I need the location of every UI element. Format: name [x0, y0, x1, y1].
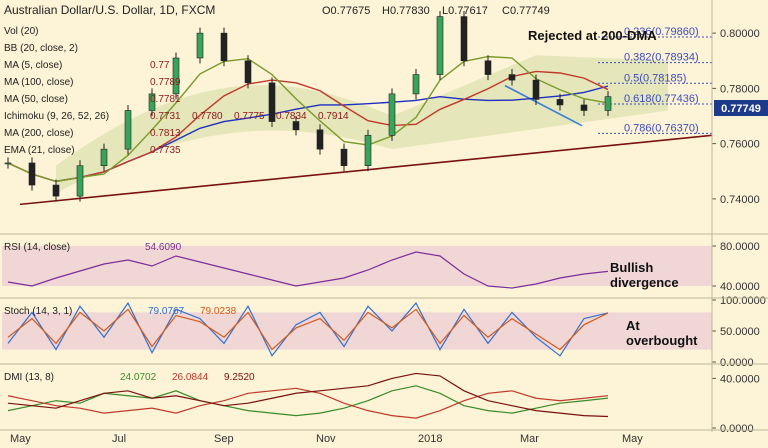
indicator-value: 0.7775	[234, 111, 265, 122]
candle-body	[76, 165, 84, 197]
fib-label: 0.618(0.77436)	[624, 93, 699, 105]
dmi-value: 9.2520	[224, 372, 255, 383]
stoch-annotation-line1: At	[626, 318, 640, 333]
rsi-annotation-line1: Bullish	[610, 260, 653, 275]
dmi-tick-label: 0.0000	[720, 423, 754, 435]
last-price-label: 0.77749	[721, 103, 761, 115]
candle-body	[220, 32, 228, 62]
stoch-tick-label: 50.0000	[720, 326, 760, 338]
time-axis-label: 2018	[418, 433, 442, 445]
indicator-value: 0.77	[150, 60, 170, 71]
rsi-band	[2, 246, 712, 286]
stoch-tick-label: 0.0000	[720, 357, 754, 369]
chart-title: Australian Dollar/U.S. Dollar, 1D, FXCM	[4, 3, 215, 17]
indicator-value: 0.7735	[150, 145, 181, 156]
stoch-tick-label: 100.0000	[720, 295, 766, 307]
rsi-value: 54.6090	[145, 242, 182, 253]
indicator-label: MA (200, close)	[4, 128, 73, 139]
price-tick-label: 0.76000	[720, 139, 760, 151]
chart-root: 0.236(0.79860) 0.382(0.78934) 0.5(0.78185)…	[0, 0, 768, 448]
price-tick-label: 0.80000	[720, 28, 760, 40]
candle-body	[436, 16, 444, 75]
candle-body	[124, 110, 132, 150]
candle-body	[28, 162, 36, 186]
indicator-label: Vol (20)	[4, 26, 38, 37]
indicator-label: EMA (21, close)	[4, 145, 75, 156]
ohlc-low: L0.77617	[442, 5, 488, 17]
indicator-label: Ichimoku (9, 26, 52, 26)	[4, 111, 109, 122]
rsi-title: RSI (14, close)	[4, 242, 70, 253]
candle-body	[412, 74, 420, 95]
indicator-label: MA (100, close)	[4, 77, 73, 88]
dmi-value: 24.0702	[120, 372, 157, 383]
candle-body	[484, 60, 492, 75]
stoch-value: 79.0238	[200, 306, 237, 317]
time-axis-label: Jul	[112, 433, 126, 445]
candle-body	[532, 79, 540, 100]
candle-body	[460, 16, 468, 62]
time-axis-label: Nov	[316, 433, 336, 445]
ohlc-open: O0.77675	[322, 5, 370, 17]
rejected-annotation: Rejected at 200-DMA	[528, 28, 657, 43]
indicator-label: MA (50, close)	[4, 94, 68, 105]
indicator-value: 0.7781	[150, 94, 181, 105]
stoch-annotation-line2: overbought	[626, 333, 698, 348]
candle-body	[604, 96, 612, 111]
fib-label: 0.786(0.76370)	[624, 122, 699, 134]
ohlc-high: H0.77830	[382, 5, 430, 17]
indicator-value: 0.7731	[150, 111, 181, 122]
indicator-value: 0.7780	[192, 111, 223, 122]
candle-body	[172, 57, 180, 95]
candle-body	[52, 184, 60, 197]
dmi-tick-label: 40.0000	[720, 373, 760, 385]
chart-svg: 0.236(0.79860)0.382(0.78934)0.5(0.78185)…	[0, 0, 768, 448]
price-tick-label: 0.78000	[720, 83, 760, 95]
candle-body	[196, 32, 204, 59]
time-axis-label: May	[10, 433, 31, 445]
indicator-value: 0.7813	[150, 128, 181, 139]
rsi-tick-label: 80.0000	[720, 241, 760, 253]
dmi-value: 26.0844	[172, 372, 209, 383]
ohlc-close: C0.77749	[502, 5, 550, 17]
stoch-title: Stoch (14, 3, 1)	[4, 306, 72, 317]
candle-body	[100, 148, 108, 167]
dmi-title: DMI (13, 8)	[4, 372, 54, 383]
fib-label: 0.5(0.78185)	[624, 72, 686, 84]
indicator-value: 0.7834	[276, 111, 307, 122]
candle-body	[244, 60, 252, 84]
time-axis-label: May	[622, 433, 643, 445]
candle-body	[580, 104, 588, 111]
indicator-label: BB (20, close, 2)	[4, 43, 78, 54]
candle-body	[4, 162, 12, 165]
indicator-value: 0.7914	[318, 111, 349, 122]
rsi-annotation-line2: divergence	[610, 275, 679, 290]
indicator-label: MA (5, close)	[4, 60, 62, 71]
price-tick-label: 0.74000	[720, 194, 760, 206]
time-axis-label: Sep	[214, 433, 234, 445]
candle-body	[268, 82, 276, 122]
candle-body	[556, 99, 564, 106]
time-axis-label: Mar	[520, 433, 539, 445]
candle-body	[508, 74, 516, 81]
fib-label: 0.382(0.78934)	[624, 52, 699, 64]
stoch-value: 79.0767	[148, 306, 185, 317]
candle-body	[364, 135, 372, 167]
rsi-tick-label: 40.0000	[720, 281, 760, 293]
candle-body	[316, 129, 324, 150]
candle-body	[292, 121, 300, 131]
indicator-value: 0.7789	[150, 77, 181, 88]
candle-body	[388, 93, 396, 136]
candle-body	[340, 148, 348, 167]
